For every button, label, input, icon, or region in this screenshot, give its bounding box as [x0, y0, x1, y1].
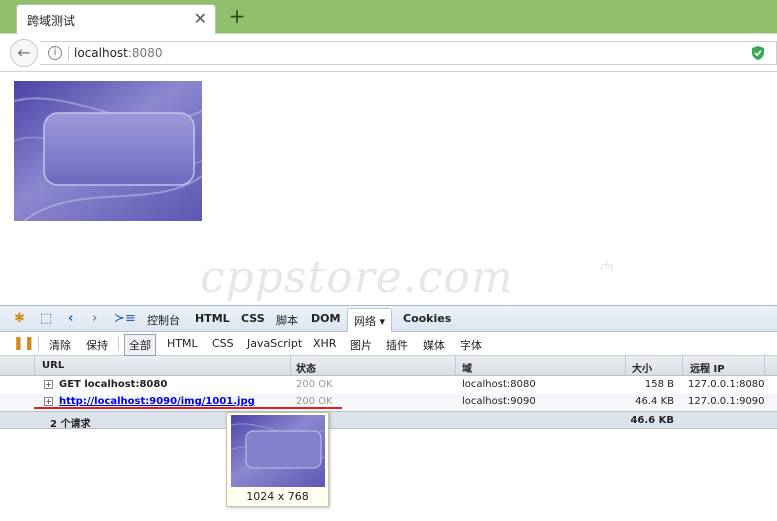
tab-console[interactable]: 控制台	[147, 312, 180, 328]
url-bar[interactable]: i localhost:8080	[40, 41, 777, 65]
image-preview-tooltip: 1024 x 768	[226, 412, 329, 507]
watermark-sub: zfq	[600, 262, 614, 272]
request-domain: localhost:9090	[462, 396, 536, 407]
tab-css[interactable]: CSS	[241, 312, 265, 325]
tab-network[interactable]: 网络 ▾	[347, 308, 393, 334]
request-remote-ip: 127.0.0.1:8080	[688, 379, 765, 390]
highlight-underline	[34, 407, 342, 409]
tab-strip: 跨域测试 ✕ +	[0, 0, 777, 35]
watermark: cppstore.com	[200, 252, 514, 303]
back-arrow-icon: ←	[17, 43, 31, 62]
table-row[interactable]: + GET localhost:8080 200 OK localhost:80…	[0, 377, 777, 394]
image-graphic	[14, 81, 202, 221]
request-remote-ip: 127.0.0.1:9090	[688, 396, 765, 407]
column-divider	[625, 356, 626, 376]
filter-fonts[interactable]: 字体	[460, 337, 482, 353]
firebug-panel: ✱ ⬚ ‹ › ≻≡ 控制台 HTML CSS 脚本 DOM 网络 ▾ Cook…	[0, 305, 777, 521]
filter-javascript[interactable]: JavaScript	[247, 337, 302, 350]
request-url[interactable]: GET localhost:8080	[59, 379, 167, 390]
filter-images[interactable]: 图片	[350, 337, 372, 353]
filter-all[interactable]: 全部	[124, 334, 156, 356]
command-line-icon[interactable]: ≻≡	[114, 311, 136, 326]
network-summary-row: 2 个请求 46.6 KB	[0, 411, 777, 430]
network-filter-toolbar: ❚❚ 清除 保持 全部 HTML CSS JavaScript XHR 图片 插…	[0, 332, 777, 356]
tab-cookies[interactable]: Cookies	[403, 312, 451, 325]
firebug-bug-icon[interactable]: ✱	[14, 311, 25, 326]
request-status: 200 OK	[296, 396, 333, 407]
request-url-link[interactable]: http://localhost:9090/img/1001.jpg	[59, 396, 255, 407]
request-size: 46.4 KB	[635, 396, 674, 407]
url-separator	[68, 46, 69, 61]
shield-icon[interactable]	[752, 46, 764, 60]
request-size: 158 B	[644, 379, 674, 390]
back-button[interactable]: ←	[10, 39, 38, 67]
column-status[interactable]: 状态	[296, 360, 316, 375]
cross-domain-image	[14, 81, 202, 221]
request-status: 200 OK	[296, 379, 333, 390]
toolbar-separator	[118, 336, 119, 351]
navigation-bar: ← i localhost:8080	[0, 34, 777, 72]
preview-graphic	[231, 415, 325, 487]
column-domain[interactable]: 域	[462, 360, 472, 375]
tab-dom[interactable]: DOM	[311, 312, 340, 325]
tab-title: 跨域测试	[27, 14, 76, 28]
filter-css[interactable]: CSS	[212, 337, 234, 350]
request-domain: localhost:8080	[462, 379, 536, 390]
expand-icon[interactable]: +	[44, 380, 53, 389]
inspect-icon[interactable]: ⬚	[40, 311, 52, 326]
request-count: 2 个请求	[50, 419, 91, 430]
column-divider	[682, 356, 683, 376]
info-icon[interactable]: i	[48, 46, 62, 60]
column-divider	[34, 356, 35, 376]
url-port: :8080	[127, 46, 163, 60]
filter-plugins[interactable]: 插件	[386, 337, 408, 353]
tab-html[interactable]: HTML	[195, 312, 230, 325]
filter-html[interactable]: HTML	[167, 337, 198, 350]
new-tab-button[interactable]: +	[226, 6, 248, 28]
chevron-left-icon[interactable]: ‹	[68, 311, 73, 326]
column-url[interactable]: URL	[42, 360, 64, 371]
toolbar-separator	[38, 336, 39, 351]
preview-thumbnail	[231, 415, 325, 487]
expand-icon[interactable]: +	[44, 397, 53, 406]
network-table-header: URL 状态 域 大小 远程 IP	[0, 356, 777, 376]
filter-xhr[interactable]: XHR	[313, 337, 336, 350]
column-divider	[455, 356, 456, 376]
firebug-main-toolbar: ✱ ⬚ ‹ › ≻≡ 控制台 HTML CSS 脚本 DOM 网络 ▾ Cook…	[0, 306, 777, 334]
preview-dimensions: 1024 x 768	[246, 490, 309, 503]
persist-button[interactable]: 保持	[86, 337, 108, 353]
url-host: localhost	[74, 46, 128, 60]
tab-script[interactable]: 脚本	[276, 312, 298, 328]
pause-icon[interactable]: ❚❚	[13, 336, 35, 351]
column-remote-ip[interactable]: 远程 IP	[690, 360, 725, 375]
column-divider	[764, 356, 765, 376]
browser-tab[interactable]: 跨域测试 ✕	[16, 4, 216, 35]
url-text[interactable]: localhost:8080	[74, 46, 162, 60]
column-size[interactable]: 大小	[632, 360, 652, 375]
clear-button[interactable]: 清除	[49, 337, 71, 353]
total-size: 46.6 KB	[630, 415, 674, 426]
tab-close-icon[interactable]: ✕	[194, 9, 207, 28]
filter-media[interactable]: 媒体	[423, 337, 445, 353]
column-divider	[290, 356, 291, 376]
chevron-right-icon[interactable]: ›	[92, 311, 97, 326]
